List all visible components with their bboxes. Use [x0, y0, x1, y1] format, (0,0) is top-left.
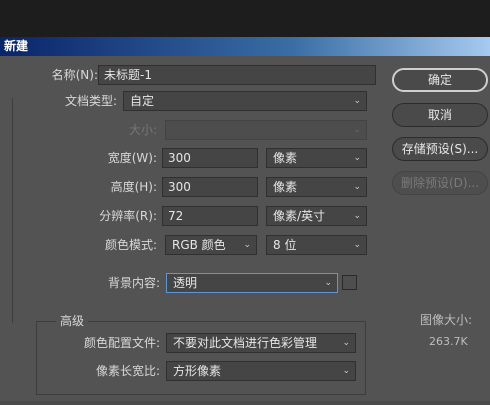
chevron-down-icon: ⌄ [353, 211, 361, 221]
background-select[interactable]: 透明 ⌄ [166, 273, 338, 293]
width-label: 宽度(W): [107, 151, 157, 165]
doc-type-select[interactable]: 自定 ⌄ [123, 91, 367, 111]
chevron-down-icon: ⌄ [353, 96, 361, 106]
name-label: 名称(N): [51, 68, 98, 82]
height-unit-select[interactable]: 像素 ⌄ [266, 177, 367, 197]
pixel-aspect-label: 像素长宽比: [95, 364, 160, 378]
name-input[interactable]: 未标题-1 [98, 65, 376, 85]
chevron-down-icon: ⌄ [353, 182, 361, 192]
resolution-input[interactable]: 72 [162, 206, 258, 226]
advanced-title: 高级 [56, 312, 89, 329]
width-unit-select[interactable]: 像素 ⌄ [266, 148, 367, 168]
chevron-down-icon: ⌄ [243, 240, 251, 250]
window-title: 新建 [0, 37, 490, 56]
dialog-bottom-edge [0, 401, 490, 405]
chevron-down-icon: ⌄ [353, 125, 361, 135]
width-unit-value: 像素 [273, 151, 298, 165]
height-input[interactable]: 300 [162, 177, 258, 197]
save-preset-button[interactable]: 存储预设(S)... [392, 137, 488, 161]
color-mode-value: RGB 颜色 [172, 238, 226, 252]
background-label: 背景内容: [107, 276, 160, 290]
image-size-label: 图像大小: [420, 313, 473, 327]
size-select: ⌄ [165, 120, 367, 140]
color-profile-label: 颜色配置文件: [83, 336, 160, 350]
height-label: 高度(H): [110, 180, 157, 194]
color-profile-value: 不要对此文档进行色彩管理 [173, 336, 318, 350]
background-color-swatch[interactable] [342, 275, 357, 290]
doc-type-value: 自定 [130, 94, 155, 108]
new-document-dialog: 名称(N): 未标题-1 文档类型: 自定 ⌄ 大小: ⌄ 宽度(W): 300… [0, 56, 490, 405]
delete-preset-button: 删除预设(D)... [392, 171, 488, 195]
doc-type-label: 文档类型: [64, 94, 117, 108]
size-label: 大小: [128, 123, 157, 137]
resolution-unit-select[interactable]: 像素/英寸 ⌄ [266, 206, 367, 226]
image-size-value: 263.7K [429, 335, 468, 348]
pixel-aspect-value: 方形像素 [173, 364, 222, 378]
bit-depth-value: 8 位 [273, 238, 297, 252]
color-mode-label: 颜色模式: [104, 238, 157, 252]
color-profile-select[interactable]: 不要对此文档进行色彩管理 ⌄ [166, 333, 356, 353]
chevron-down-icon: ⌄ [324, 278, 332, 288]
height-unit-value: 像素 [273, 180, 298, 194]
background-value: 透明 [173, 276, 198, 290]
chevron-down-icon: ⌄ [353, 240, 361, 250]
ok-button[interactable]: 确定 [392, 68, 488, 92]
color-mode-select[interactable]: RGB 颜色 ⌄ [165, 235, 257, 255]
bit-depth-select[interactable]: 8 位 ⌄ [266, 235, 367, 255]
width-input[interactable]: 300 [162, 148, 258, 168]
resolution-unit-value: 像素/英寸 [273, 209, 326, 223]
chevron-down-icon: ⌄ [342, 366, 350, 376]
group-divider [12, 98, 14, 323]
pixel-aspect-select[interactable]: 方形像素 ⌄ [166, 361, 356, 381]
chevron-down-icon: ⌄ [353, 153, 361, 163]
top-dark-strip [0, 0, 490, 37]
cancel-button[interactable]: 取消 [392, 103, 488, 127]
chevron-down-icon: ⌄ [342, 338, 350, 348]
resolution-label: 分辨率(R): [99, 209, 157, 223]
